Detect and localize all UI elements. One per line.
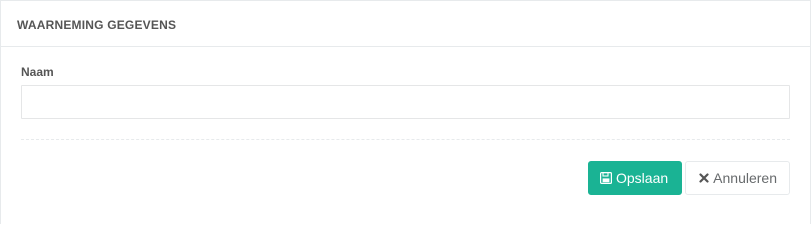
panel-body: Naam	[1, 47, 810, 140]
form-actions: Opslaan Annuleren	[588, 161, 790, 195]
save-button[interactable]: Opslaan	[588, 161, 682, 195]
form-divider	[21, 139, 790, 140]
name-label: Naam	[21, 65, 54, 79]
panel-header: WAARNEMING GEGEVENS	[1, 1, 810, 47]
form-panel: WAARNEMING GEGEVENS Naam Opslaan Annuler…	[0, 0, 811, 224]
panel-title: WAARNEMING GEGEVENS	[17, 18, 177, 32]
close-icon	[698, 171, 710, 185]
save-button-label: Opslaan	[616, 170, 669, 186]
name-input[interactable]	[21, 85, 790, 119]
floppy-disk-icon	[599, 171, 613, 185]
cancel-button-label: Annuleren	[713, 170, 777, 186]
cancel-button[interactable]: Annuleren	[685, 161, 790, 195]
